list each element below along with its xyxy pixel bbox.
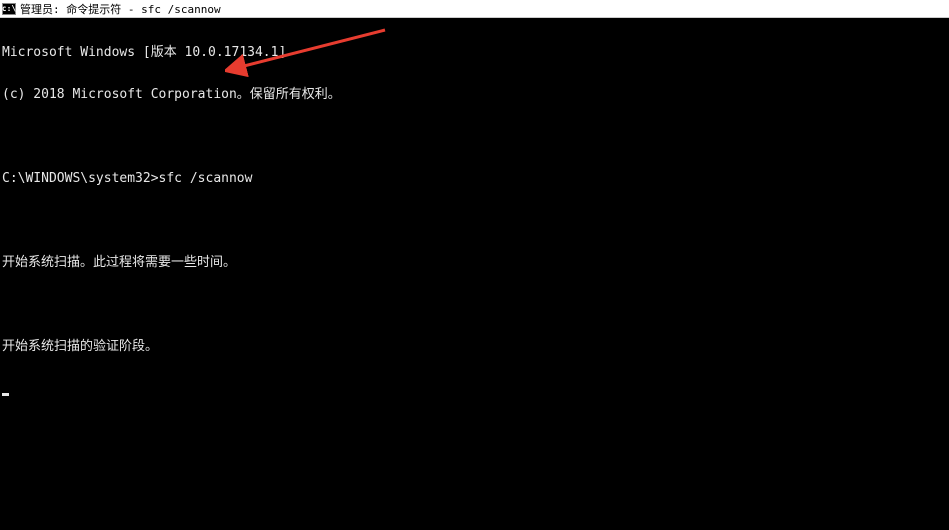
terminal-line (2, 130, 947, 144)
terminal-line: 开始系统扫描。此过程将需要一些时间。 (2, 256, 947, 270)
cmd-icon: c:\ (2, 3, 16, 15)
cursor-line (2, 382, 947, 396)
cursor-icon (2, 393, 9, 396)
terminal-line (2, 214, 947, 228)
terminal-line: Microsoft Windows [版本 10.0.17134.1] (2, 46, 947, 60)
terminal-content[interactable]: Microsoft Windows [版本 10.0.17134.1] (c) … (0, 18, 949, 530)
terminal-line (2, 298, 947, 312)
terminal-line: (c) 2018 Microsoft Corporation。保留所有权利。 (2, 88, 947, 102)
window-titlebar[interactable]: c:\ 管理员: 命令提示符 - sfc /scannow (0, 0, 949, 18)
terminal-line: C:\WINDOWS\system32>sfc /scannow (2, 172, 947, 186)
window-title: 管理员: 命令提示符 - sfc /scannow (20, 1, 221, 17)
terminal-line: 开始系统扫描的验证阶段。 (2, 340, 947, 354)
